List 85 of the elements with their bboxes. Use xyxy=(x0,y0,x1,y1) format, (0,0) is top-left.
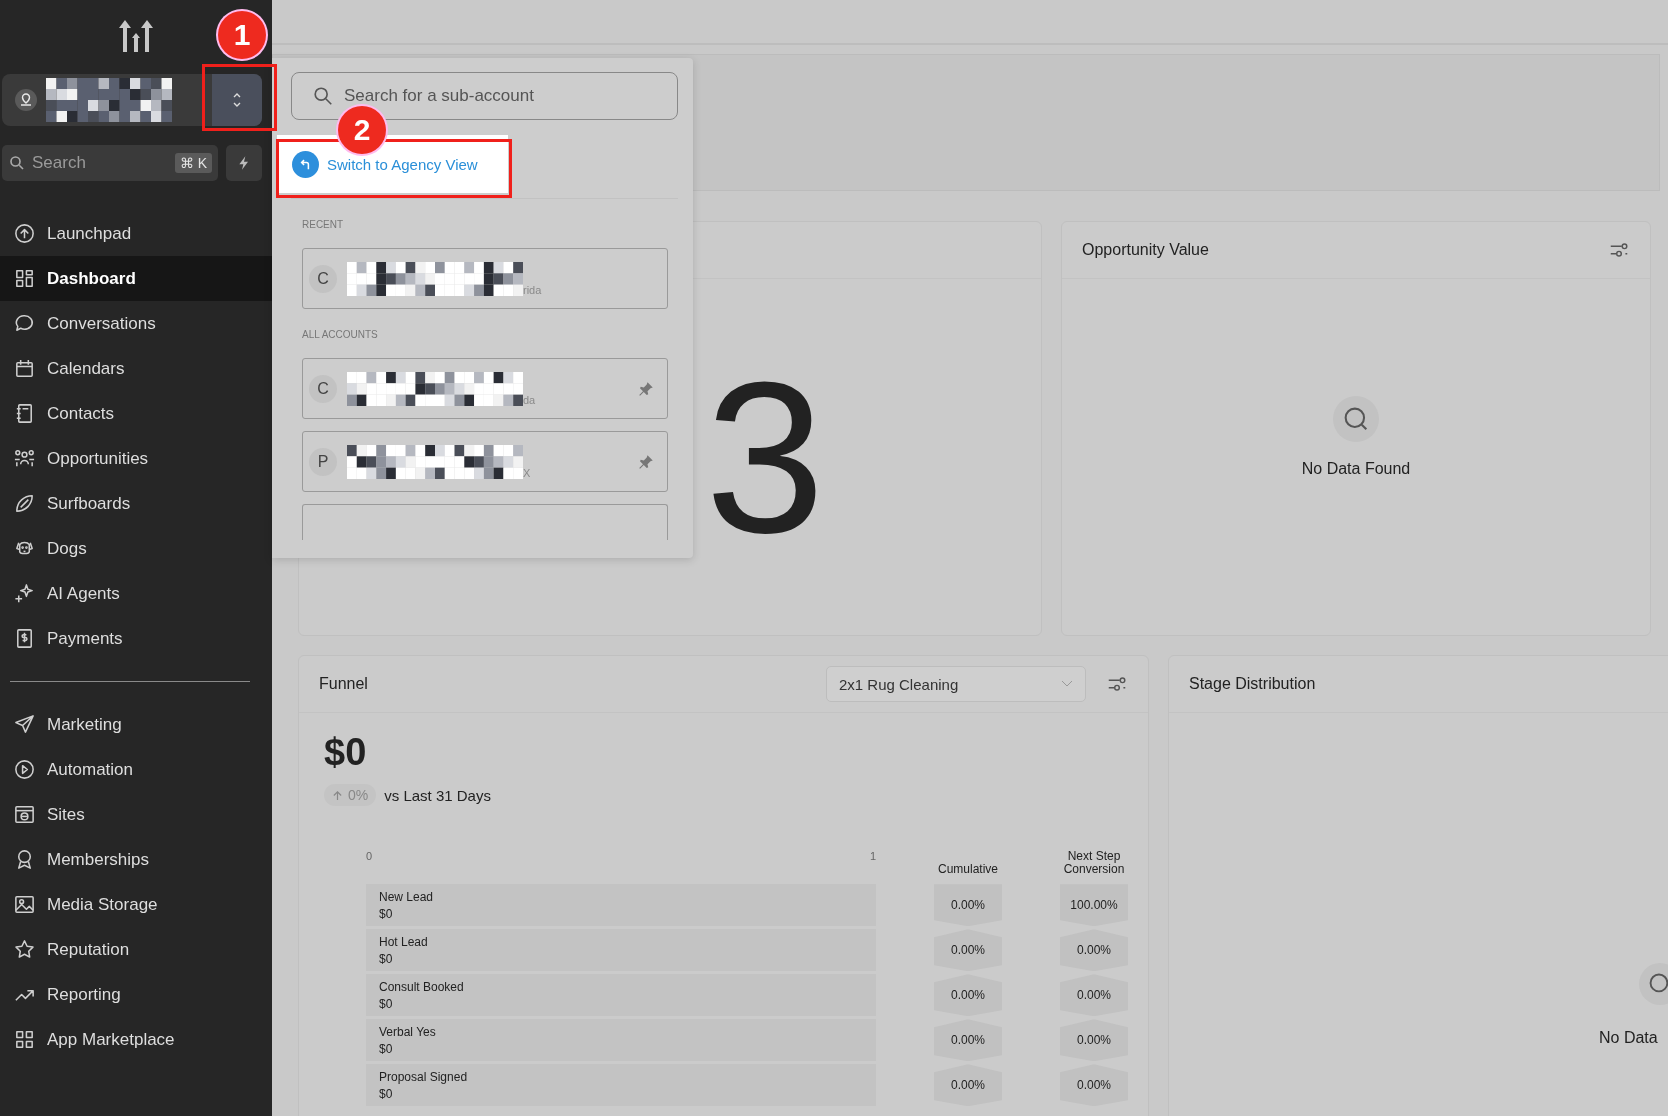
stage-value: $0 xyxy=(379,996,394,1011)
upload-circle-icon xyxy=(13,222,36,245)
play-circle-icon xyxy=(13,758,36,781)
nav-item[interactable]: Media Storage xyxy=(0,882,272,927)
percent-cell: 100.00% xyxy=(1060,884,1128,927)
empty-message: No Data Found xyxy=(1301,460,1411,478)
location-pin-icon xyxy=(14,88,38,112)
nav-item[interactable]: Dogs xyxy=(0,526,272,571)
account-row[interactable]: C rida xyxy=(302,248,668,309)
nav-item[interactable]: Launchpad xyxy=(0,211,272,256)
shortcut-hint: ⌘ K xyxy=(174,153,212,173)
nav-item[interactable]: Memberships xyxy=(0,837,272,882)
account-avatar: C xyxy=(309,264,337,293)
axis-tick: 1 xyxy=(869,850,876,862)
grid-icon xyxy=(13,267,36,290)
nav-item[interactable]: Marketing xyxy=(0,702,272,747)
nav-item[interactable]: Automation xyxy=(0,747,272,792)
stat-value: 3 xyxy=(705,349,825,565)
nav-item[interactable]: Contacts xyxy=(0,391,272,436)
search-icon xyxy=(8,154,26,172)
star-icon xyxy=(13,938,36,961)
percent-cell: 0.00% xyxy=(1060,974,1128,1017)
percent-cell: 0.00% xyxy=(1060,1064,1128,1107)
lightning-button[interactable] xyxy=(226,145,262,181)
stage-name: Consult Booked xyxy=(379,979,465,994)
nav-item[interactable]: Surfboards xyxy=(0,481,272,526)
calendar-icon xyxy=(13,357,36,380)
column-header: Next Step Conversion xyxy=(1062,850,1126,878)
percent-cell: 0.00% xyxy=(934,884,1002,927)
change-badge: 0% xyxy=(324,784,377,806)
account-location: da xyxy=(523,393,536,406)
account-avatar: C xyxy=(309,374,337,403)
stage-name: New Lead xyxy=(379,889,435,904)
stage-value: $0 xyxy=(379,951,394,966)
account-row[interactable]: P X xyxy=(302,431,668,492)
section-heading: ALL ACCOUNTS xyxy=(302,329,379,340)
surfboard-icon xyxy=(13,492,36,515)
nav-item[interactable]: Dashboard xyxy=(0,256,272,301)
nav-item[interactable]: Opportunities xyxy=(0,436,272,481)
sparkle-icon xyxy=(13,582,36,605)
comparison-label: vs Last 31 Days xyxy=(384,786,491,804)
nav-item[interactable]: Reputation xyxy=(0,927,272,972)
account-switcher[interactable] xyxy=(2,74,262,126)
percent-cell: 0.00% xyxy=(934,1019,1002,1062)
pipeline-select[interactable]: 2x1 Rug Cleaning xyxy=(826,666,1086,702)
card-title: Funnel xyxy=(319,675,368,693)
stage-name: Verbal Yes xyxy=(379,1024,437,1039)
nav-item[interactable]: Calendars xyxy=(0,346,272,391)
account-location: X xyxy=(523,466,531,479)
percent-cell: 0.00% xyxy=(934,1064,1002,1107)
axis-tick: 0 xyxy=(366,850,373,862)
stage-value: $0 xyxy=(379,1041,394,1056)
account-row[interactable]: C da xyxy=(302,358,668,419)
stage-name: Hot Lead xyxy=(379,934,429,949)
percent-cell: 0.00% xyxy=(1060,929,1128,972)
percent-cell: 0.00% xyxy=(934,929,1002,972)
nav-item[interactable]: App Marketplace xyxy=(0,1017,272,1062)
stage-value: $0 xyxy=(379,906,394,921)
nav-item[interactable]: Sites xyxy=(0,792,272,837)
paper-plane-icon xyxy=(13,713,36,736)
stage-name: Proposal Signed xyxy=(379,1069,469,1084)
nav-item[interactable]: Reporting xyxy=(0,972,272,1017)
globe-window-icon xyxy=(13,803,36,826)
percent-cell: 0.00% xyxy=(1060,1019,1128,1062)
caret-icon xyxy=(1061,680,1073,688)
search-icon xyxy=(1333,396,1379,442)
section-heading: RECENT xyxy=(302,219,345,230)
nav-item[interactable]: Conversations xyxy=(0,301,272,346)
card-title: Opportunity Value xyxy=(1082,241,1209,259)
nav-item[interactable]: Payments xyxy=(0,616,272,661)
search-icon xyxy=(312,85,334,107)
apps-grid-icon xyxy=(13,1028,36,1051)
pin-icon[interactable] xyxy=(637,452,655,471)
account-location: rida xyxy=(523,283,542,296)
image-icon xyxy=(13,893,36,916)
pin-icon[interactable] xyxy=(637,379,655,398)
percent-cell: 0.00% xyxy=(934,974,1002,1017)
total-value: $0 xyxy=(324,731,368,774)
stage-value: $0 xyxy=(379,1086,394,1101)
search-field[interactable]: Search ⌘ K xyxy=(2,145,218,181)
column-header: Cumulative xyxy=(937,862,999,878)
nav-item[interactable]: AI Agents xyxy=(0,571,272,616)
card-title: Stage Distribution xyxy=(1189,675,1316,693)
account-avatar: P xyxy=(309,447,337,476)
empty-message: No Data xyxy=(1599,1029,1658,1047)
